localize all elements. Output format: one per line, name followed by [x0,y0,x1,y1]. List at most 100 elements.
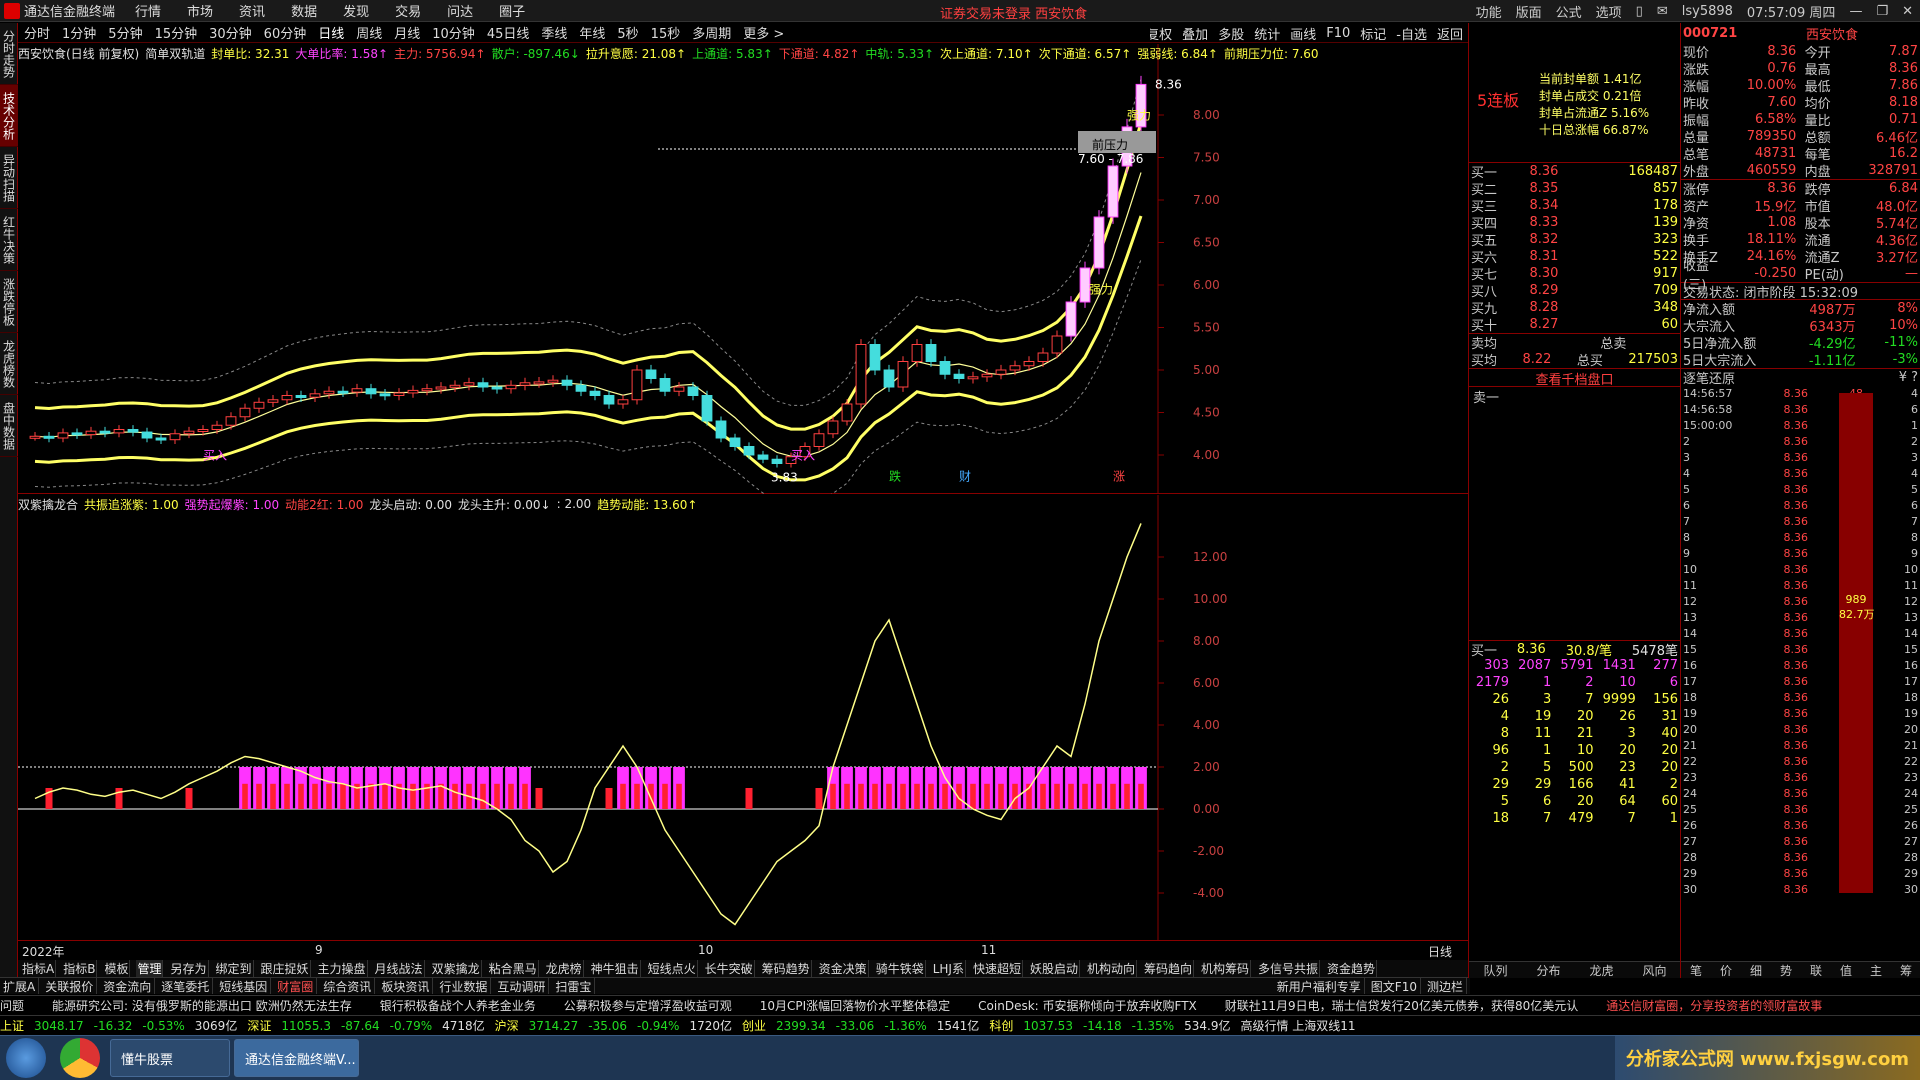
bid-row[interactable]: 买一 8.36 168487 [1469,163,1680,181]
period-15s[interactable]: 15秒 [651,23,681,42]
ind-tab[interactable]: 模板 [103,960,131,977]
news-item[interactable]: 银行积极备战个人养老金业务 [380,997,536,1014]
menu-circle[interactable]: 圈子 [499,1,525,20]
tool-back[interactable]: 返回 [1437,24,1463,43]
maximize-icon[interactable]: ❐ [1876,4,1888,19]
ind-tab[interactable]: 筹码趋势 [761,960,812,977]
taskbar-app-dongniu[interactable]: 懂牛股票 [110,1039,230,1077]
bid-row[interactable]: 买四 8.33 139 [1469,214,1680,232]
ind-tab[interactable]: 资金决策 [818,960,869,977]
vtab-intraday-data[interactable]: 盘中数据 [0,395,18,457]
menu-data[interactable]: 数据 [291,1,317,20]
bottom-tab[interactable]: 短线基因 [219,978,272,994]
menu-quotes[interactable]: 行情 [135,1,161,20]
menu-market[interactable]: 市场 [187,1,213,20]
period-year[interactable]: 年线 [579,23,605,42]
tool-multi[interactable]: 多股 [1218,24,1244,43]
ind-tab[interactable]: 双紫擒龙 [431,960,482,977]
ind-tab[interactable]: 骑牛铁袋 [875,960,926,977]
ind-tab[interactable]: 龙虎榜 [545,960,584,977]
help-icon[interactable]: ¥ ? [1899,370,1918,385]
period-monthly[interactable]: 月线 [394,23,420,42]
chrome-icon[interactable] [60,1038,100,1078]
tool-watch[interactable]: -自选 [1396,24,1427,43]
vtab-dragon[interactable]: 龙虎榜数 [0,333,18,395]
indicator-chart[interactable]: 双紫擒龙合 共振追涨紫: 1.00 强势起爆紫: 1.00 动能2红: 1.00 龙头启… [18,495,1468,940]
bottom-right-link[interactable]: 图文F10 [1371,978,1421,994]
tool-adjust[interactable]: 复权 [1150,24,1172,43]
ind-tab[interactable]: 主力操盘 [317,960,368,977]
tool-stats[interactable]: 统计 [1254,24,1280,43]
ind-tab[interactable]: 长牛突破 [704,960,755,977]
period-quarter[interactable]: 季线 [541,23,567,42]
ind-tab[interactable]: 另存为 [169,960,209,977]
ind-tab[interactable]: 指标A [21,960,57,977]
mail-icon[interactable]: ✉ [1657,4,1668,19]
bid-row[interactable]: 买二 8.35 857 [1469,180,1680,198]
vtab-decision[interactable]: 红牛决策 [0,209,18,271]
ind-tab[interactable]: 资金趋势 [1326,960,1378,977]
menu-formula[interactable]: 公式 [1556,2,1582,21]
vtab-intraday[interactable]: 分时走势 [0,23,18,85]
bid-row[interactable]: 买三 8.34 178 [1469,197,1680,215]
tab-distribution[interactable]: 分布 [1522,962,1575,978]
period-5m[interactable]: 5分钟 [108,23,142,42]
news-item[interactable]: 财联社11月9日电，瑞士信贷发行20亿美元债券，获得80亿美元认 [1225,997,1578,1014]
menu-discover[interactable]: 发现 [343,1,369,20]
menu-ask[interactable]: 问达 [447,1,473,20]
right-tab[interactable]: 值 [1831,962,1861,978]
bottom-tab[interactable]: 关联报价 [45,978,98,994]
menu-function[interactable]: 功能 [1476,2,1502,21]
taskbar-app-tdx[interactable]: 通达信金融终端V... [234,1039,359,1077]
doc-icon[interactable]: ▯ [1636,4,1643,19]
bottom-tab[interactable]: 逐笔委托 [161,978,214,994]
bottom-right-link[interactable]: 测边栏 [1427,978,1467,994]
period-15m[interactable]: 15分钟 [155,23,198,42]
menu-options[interactable]: 选项 [1596,2,1622,21]
start-icon[interactable] [6,1038,46,1078]
news-item[interactable]: 公募积极参与定增浮盈收益可观 [564,997,732,1014]
period-1m[interactable]: 1分钟 [62,23,96,42]
period-30m[interactable]: 30分钟 [209,23,252,42]
vtab-limit[interactable]: 涨跌停板 [0,271,18,333]
ind-tab[interactable]: 指标B [62,960,98,977]
menu-news[interactable]: 资讯 [239,1,265,20]
ind-tab[interactable]: 短线点火 [647,960,698,977]
ind-tab[interactable]: 机构动向 [1086,960,1137,977]
ind-tab[interactable]: 粘合黑马 [488,960,539,977]
period-5s[interactable]: 5秒 [617,23,638,42]
right-tab[interactable]: 联 [1801,962,1831,978]
period-10m[interactable]: 10分钟 [432,23,475,42]
news-item[interactable]: 问题 [0,997,24,1014]
right-tab[interactable]: 笔 [1681,962,1711,978]
bid-row[interactable]: 买十 8.27 60 [1469,316,1680,334]
user-name[interactable]: lsy5898 [1682,4,1733,19]
bid-row[interactable]: 买六 8.31 522 [1469,248,1680,266]
ind-tab[interactable]: 绑定到 [215,960,254,977]
tool-f10[interactable]: F10 [1326,26,1350,41]
period-weekly[interactable]: 周线 [356,23,382,42]
bottom-tab[interactable]: 扩展A [3,978,40,994]
ind-tab[interactable]: 月线战法 [374,960,425,977]
ind-tab[interactable]: 跟庄捉妖 [260,960,311,977]
ind-tab[interactable]: 神牛狙击 [590,960,641,977]
bottom-tab[interactable]: 扫雷宝 [555,978,596,994]
right-tab[interactable]: 势 [1771,962,1801,978]
period-daily[interactable]: 日线 [318,23,344,42]
ind-tab[interactable]: 机构筹码 [1200,960,1252,977]
bottom-tab[interactable]: 财富圈 [277,978,318,994]
bottom-tab[interactable]: 板块资讯 [381,978,434,994]
period-more[interactable]: 更多 > [743,23,784,42]
minimize-icon[interactable]: — [1849,4,1862,19]
indicator-svg[interactable]: 12.00 10.00 8.00 6.00 4.00 2.00 0.00 -2.00 -4.00 [18,495,1468,940]
period-intraday[interactable]: 分时 [24,23,50,42]
ind-tab[interactable]: 管理 [136,960,164,977]
right-tab[interactable]: 价 [1711,962,1741,978]
right-tab[interactable]: 细 [1741,962,1771,978]
news-item[interactable]: 通达信财富圈，分享投资者的领财富故事 [1606,997,1822,1014]
tool-mark[interactable]: 标记 [1360,24,1386,43]
period-multi[interactable]: 多周期 [692,23,731,42]
bottom-right-link[interactable]: 新用户福利专享 [1277,978,1365,994]
ind-tab[interactable]: LHJ系 [932,960,966,977]
right-tab[interactable]: 筹 [1891,962,1920,978]
